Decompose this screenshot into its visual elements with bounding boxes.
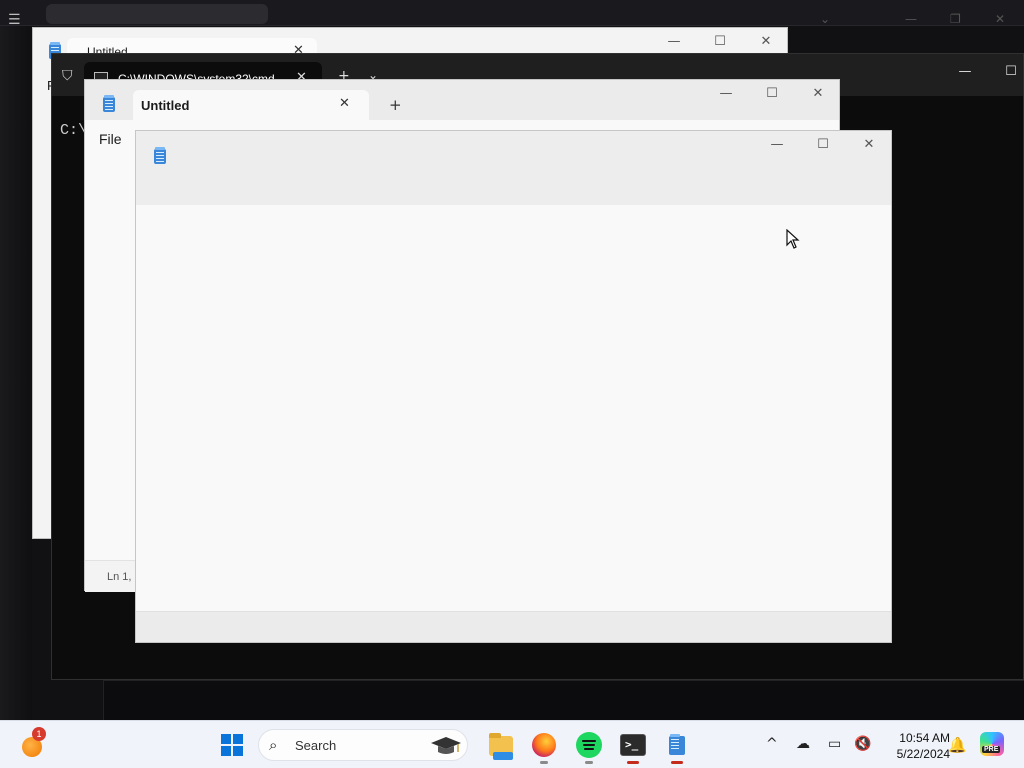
- clock-date: 5/22/2024: [896, 747, 950, 761]
- notepad-window-front[interactable]: — ☐ ✕: [135, 130, 892, 643]
- file-explorer-button[interactable]: [487, 731, 515, 760]
- copilot-preview-badge: PRE: [982, 746, 1001, 753]
- notification-bell-icon[interactable]: 🔔: [948, 736, 967, 754]
- start-button[interactable]: [221, 734, 243, 756]
- graduation-cap-icon: [431, 737, 461, 754]
- display-icon[interactable]: ▭: [828, 736, 841, 752]
- new-tab-button[interactable]: +: [389, 96, 402, 114]
- onedrive-offline-icon[interactable]: ☁: [796, 736, 810, 752]
- running-indicator: [540, 761, 548, 764]
- spotify-icon: [576, 732, 602, 758]
- tab-close-icon[interactable]: ✕: [339, 96, 350, 111]
- running-indicator: [585, 761, 593, 764]
- show-hidden-icons-button[interactable]: ^: [766, 736, 778, 752]
- notepad-icon: [103, 95, 115, 112]
- tab-untitled[interactable]: Untitled ✕: [133, 90, 369, 120]
- close-button[interactable]: ✕: [846, 137, 892, 152]
- windows-logo-icon: [221, 734, 231, 744]
- running-indicator: [671, 761, 683, 764]
- terminal-prompt[interactable]: C:\: [60, 122, 87, 139]
- title-bar: Untitled ✕ + — ☐ ✕: [85, 80, 839, 120]
- maximize-button[interactable]: ☐: [988, 64, 1024, 79]
- desktop: ⌄ — ❐ ✕ ☰ Untitled ✕ — ☐ ✕ F ⛉ C:\WINDOW…: [0, 0, 1024, 720]
- search-placeholder: Search: [295, 738, 337, 753]
- terminal-button[interactable]: >_: [619, 731, 647, 764]
- status-bar: [136, 611, 891, 642]
- minimize-button[interactable]: —: [651, 34, 697, 49]
- widgets-button[interactable]: 1: [20, 727, 46, 757]
- minimize-button[interactable]: —: [754, 137, 800, 152]
- maximize-button[interactable]: ☐: [697, 34, 743, 49]
- shield-icon: ⛉: [62, 68, 73, 84]
- background-window-edge: [0, 26, 32, 720]
- firefox-icon: [532, 733, 556, 757]
- minimize-icon: —: [905, 12, 917, 26]
- close-button[interactable]: ✕: [743, 34, 789, 49]
- background-tab: [46, 4, 268, 24]
- background-window: [103, 680, 1024, 720]
- mouse-pointer-icon: [786, 229, 800, 249]
- menu-file[interactable]: File: [99, 131, 122, 147]
- chevron-down-icon: ⌄: [820, 12, 831, 26]
- volume-muted-icon[interactable]: 🔇: [854, 736, 871, 752]
- terminal-icon: >_: [620, 734, 646, 756]
- minimize-button[interactable]: —: [703, 86, 749, 101]
- notepad-icon: [669, 734, 685, 755]
- minimize-button[interactable]: —: [942, 64, 988, 79]
- spotify-button[interactable]: [575, 731, 603, 764]
- maximize-button[interactable]: ☐: [800, 137, 846, 152]
- clock[interactable]: 10:54 AM 5/22/2024: [876, 730, 950, 762]
- search-icon: ⌕: [269, 736, 278, 754]
- firefox-button[interactable]: [530, 731, 558, 764]
- background-window-bar: ⌄ — ❐ ✕: [0, 0, 1024, 26]
- notification-badge: 1: [32, 727, 46, 741]
- search-box[interactable]: ⌕ Search: [258, 729, 468, 761]
- maximize-button[interactable]: ☐: [749, 86, 795, 101]
- close-icon: ✕: [995, 12, 1006, 26]
- tab-title: Untitled: [141, 98, 190, 113]
- close-button[interactable]: ✕: [795, 86, 841, 101]
- title-bar[interactable]: — ☐ ✕: [136, 131, 891, 205]
- folder-icon: [489, 733, 513, 760]
- notepad-icon: [154, 147, 166, 164]
- clock-time: 10:54 AM: [899, 731, 950, 745]
- taskbar: 1 ⌕ Search >_ ^ ☁ ▭ 🔇 10:54 AM 5/22/2024…: [0, 720, 1024, 768]
- copilot-button[interactable]: PRE: [980, 732, 1004, 756]
- notepad-button[interactable]: [663, 731, 691, 764]
- restore-icon: ❐: [950, 12, 961, 26]
- running-indicator: [627, 761, 639, 764]
- text-editor[interactable]: [136, 205, 891, 611]
